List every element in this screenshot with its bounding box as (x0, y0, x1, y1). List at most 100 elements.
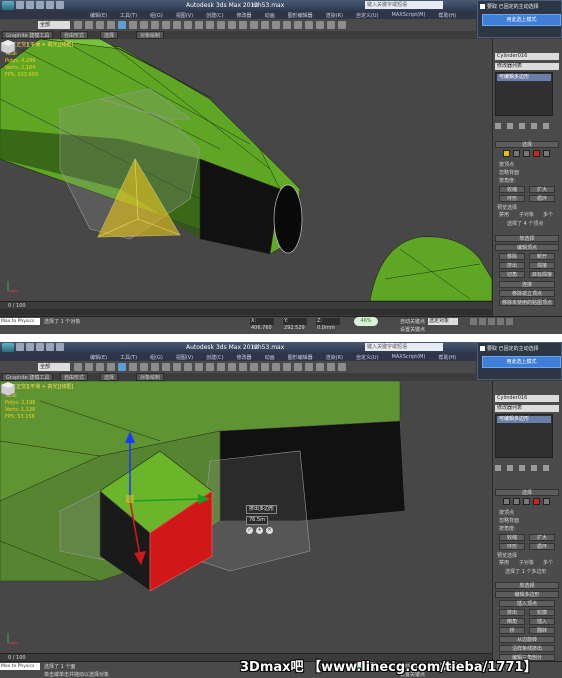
mirror-icon[interactable] (239, 363, 247, 371)
preview-disabled-radio[interactable]: 禁用 (499, 211, 509, 218)
maxscript-listener[interactable]: Max to Physics (0, 318, 40, 325)
menu-graph-editors[interactable]: 图形编辑器 (288, 12, 313, 19)
coord-y[interactable]: Y: 292.529 (283, 318, 307, 331)
menu-maxscript[interactable]: MAXScript(M) (392, 12, 426, 18)
region-select-icon[interactable] (96, 21, 104, 29)
bevel-button[interactable]: 倒角 (499, 618, 525, 625)
ring-button[interactable]: 环形 (499, 195, 525, 202)
menu-create[interactable]: 创建(C) (206, 12, 223, 19)
select-manipulate-icon[interactable] (173, 21, 181, 29)
menu-customize[interactable]: 自定义(U) (356, 12, 379, 19)
rotate-icon[interactable] (129, 21, 137, 29)
menu-customize[interactable]: 自定义(U) (356, 354, 379, 361)
ignore-backfacing-checkbox[interactable]: 忽略背面 (499, 517, 519, 524)
stack-item-editable-poly[interactable]: 可编辑多边形 (497, 74, 551, 81)
selection-set-dropdown[interactable]: 选定对象 (428, 318, 458, 325)
select-by-name-icon[interactable] (85, 21, 93, 29)
track-bar[interactable] (0, 309, 492, 315)
edge-mode-icon[interactable] (513, 150, 520, 157)
preview-subobject-radio[interactable]: 子对象 (519, 211, 534, 218)
grow-button[interactable]: 扩大 (529, 534, 555, 541)
render-frame-icon[interactable] (327, 21, 335, 29)
graphite-toggle-icon[interactable] (272, 21, 280, 29)
outline-button[interactable]: 轮廓 (529, 609, 555, 616)
layer-manager-icon[interactable] (261, 363, 269, 371)
configure-sets-icon[interactable] (543, 465, 549, 471)
vertex-mode-icon[interactable] (503, 150, 510, 157)
insert-vertex-button[interactable]: 插入顶点 (499, 600, 555, 607)
selection-rollout-header[interactable]: 选择 (495, 489, 559, 496)
menu-tools[interactable]: 工具(T) (120, 12, 137, 19)
align-icon[interactable] (250, 363, 258, 371)
spinner-snap-icon[interactable] (217, 21, 225, 29)
modifier-list-dropdown[interactable]: 修改器列表 (495, 405, 559, 412)
menu-group[interactable]: 组(G) (150, 354, 163, 361)
menu-edit[interactable]: 编辑(E) (90, 354, 107, 361)
ring-button[interactable]: 环形 (499, 543, 525, 550)
preview-disabled-radio[interactable]: 禁用 (499, 559, 509, 566)
menu-animation[interactable]: 动画 (265, 12, 275, 19)
remove-modifier-icon[interactable] (531, 465, 537, 471)
bridge-button[interactable]: 桥 (499, 627, 525, 634)
go-to-end-icon[interactable] (506, 318, 513, 325)
remove-unused-map-button[interactable]: 移除未使用的贴图顶点 (499, 299, 555, 306)
window-crossing-icon[interactable] (107, 21, 115, 29)
weld-button[interactable]: 焊接 (529, 262, 555, 269)
ignore-backfacing-checkbox[interactable]: 忽略背面 (499, 169, 519, 176)
schematic-view-icon[interactable] (294, 21, 302, 29)
show-end-result-icon[interactable] (507, 123, 513, 129)
named-selection-icon[interactable] (228, 363, 236, 371)
vertex-mode-icon[interactable] (503, 498, 510, 505)
remove-modifier-icon[interactable] (531, 123, 537, 129)
tab-object-paint[interactable]: 对象绘制 (136, 31, 165, 39)
break-button[interactable]: 断开 (529, 253, 555, 260)
play-icon[interactable] (488, 318, 495, 325)
pivot-icon[interactable] (162, 21, 170, 29)
element-mode-icon[interactable] (543, 150, 550, 157)
material-editor-icon[interactable] (305, 363, 313, 371)
snap-icon[interactable] (184, 21, 192, 29)
menu-group[interactable]: 组(G) (150, 12, 163, 19)
popup-action-button[interactable]: 用此选上模式 (482, 356, 561, 368)
view-cube-icon[interactable] (0, 39, 16, 55)
graphite-toggle-icon[interactable] (272, 363, 280, 371)
percent-snap-icon[interactable] (206, 363, 214, 371)
menu-modifiers[interactable]: 修改器 (237, 12, 252, 19)
open-file-icon[interactable] (26, 343, 34, 351)
menu-help[interactable]: 帮助(H) (438, 12, 456, 19)
redo-icon[interactable] (56, 1, 64, 9)
checkbox-icon[interactable] (480, 346, 485, 351)
remove-isolated-button[interactable]: 移除孤立顶点 (499, 290, 555, 297)
flip-button[interactable]: 翻转 (529, 627, 555, 634)
shrink-button[interactable]: 收缩 (499, 534, 525, 541)
scale-icon[interactable] (140, 21, 148, 29)
edit-polygons-header[interactable]: 编辑多边形 (495, 591, 559, 598)
new-file-icon[interactable] (16, 1, 24, 9)
app-logo-icon[interactable] (2, 343, 14, 352)
menu-rendering[interactable]: 渲染(R) (326, 354, 343, 361)
polygon-mode-icon[interactable] (533, 150, 540, 157)
tab-graphite[interactable]: Graphite 建模工具 (2, 31, 54, 39)
element-mode-icon[interactable] (543, 498, 550, 505)
border-mode-icon[interactable] (523, 150, 530, 157)
by-vertex-checkbox[interactable]: 按顶点 (499, 161, 514, 168)
extrude-along-spline-button[interactable]: 沿样条线挤出 (499, 645, 555, 652)
menu-maxscript[interactable]: MAXScript(M) (392, 354, 426, 360)
reference-coord-icon[interactable] (151, 21, 159, 29)
percent-snap-icon[interactable] (206, 21, 214, 29)
new-file-icon[interactable] (16, 343, 24, 351)
menu-modifiers[interactable]: 修改器 (237, 354, 252, 361)
make-unique-icon[interactable] (519, 465, 525, 471)
by-angle-checkbox[interactable]: 按角度: (499, 177, 516, 184)
selection-rollout-header[interactable]: 选择 (495, 141, 559, 148)
snap-icon[interactable] (184, 363, 192, 371)
render-setup-icon[interactable] (316, 363, 324, 371)
viewport[interactable]: [ + ][正交][平滑 + 高光][线框] Total Polys: 2,19… (0, 381, 492, 653)
viewport[interactable]: [ + ][正交][平滑 + 高光][线框] Total Polys: 4,29… (0, 39, 492, 301)
coord-z[interactable]: Z: 0.0mm (316, 318, 340, 331)
connect-button[interactable]: 连接 (499, 281, 555, 288)
menu-graph-editors[interactable]: 图形编辑器 (288, 354, 313, 361)
curve-editor-icon[interactable] (283, 363, 291, 371)
grow-button[interactable]: 扩大 (529, 186, 555, 193)
preview-multi-radio[interactable]: 多个 (543, 211, 553, 218)
